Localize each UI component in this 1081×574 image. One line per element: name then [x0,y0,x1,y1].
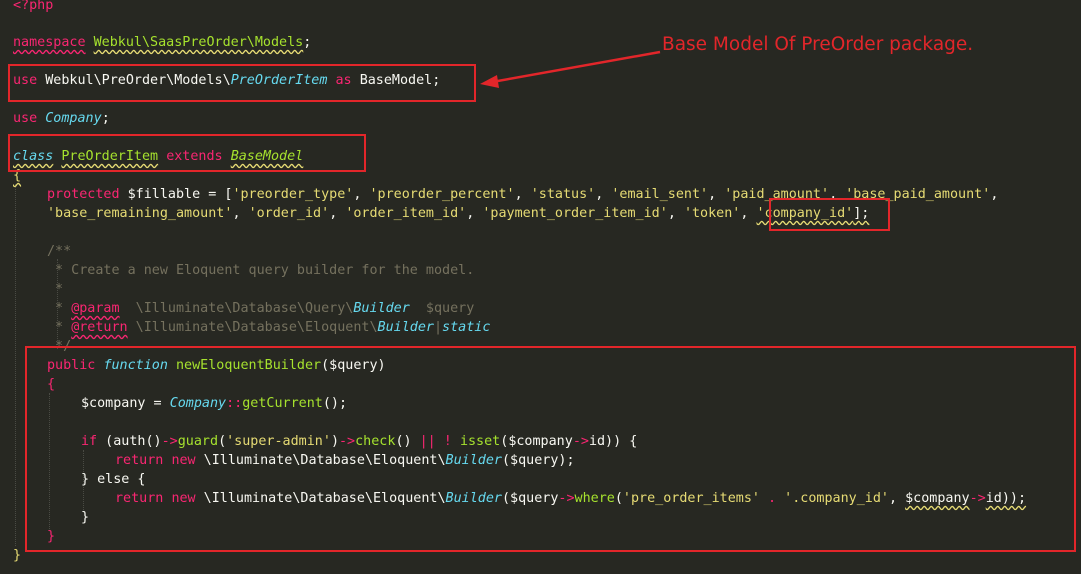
highlight-box-company-id [769,198,890,231]
comma: , [466,206,483,221]
comma: , [740,206,757,221]
fillable-item: 'token' [683,206,741,221]
doc-param-var: $query [409,301,475,316]
namespace-keyword: namespace [13,35,86,50]
doc-param-tag: @param [71,301,120,316]
fillable-item: 'status' [530,187,596,202]
doc-star: * [47,301,72,316]
fillable-item: 'order_id' [248,206,330,221]
doc-builder: Builder [377,320,434,335]
doc-return-path: \Illuminate\Database\Eloquent\ [127,320,378,335]
fillable-item: 'preorder_type' [232,187,354,202]
code-line: * Create a new Eloquent query builder fo… [47,261,474,280]
code-line: use Company; [13,109,110,128]
highlight-box-class [8,134,366,172]
annotation-label: Base Model Of PreOrder package. [662,34,974,55]
doc-description: * Create a new Eloquent query builder fo… [47,263,475,278]
code-line: namespace Webkul\SaasPreOrder\Models; [13,33,311,52]
indent-guide [15,184,16,546]
highlight-box-use [8,64,476,102]
doc-open: /** [47,244,72,259]
doc-builder: Builder [353,301,410,316]
comma: , [514,187,531,202]
fillable-item: 'payment_order_item_id' [482,206,668,221]
protected-keyword: protected [47,187,120,202]
use-keyword: use [13,111,38,126]
comma: , [708,187,725,202]
comma: , [353,187,370,202]
code-line: <?php [13,0,53,15]
fillable-item: 'order_item_id' [345,206,467,221]
code-line: * @return \Illuminate\Database\Eloquent\… [47,318,490,337]
fillable-item: 'email_sent' [611,187,709,202]
comma: , [329,206,346,221]
fillable-item: 'base_remaining_amount' [47,206,233,221]
fillable-var: $fillable [127,187,201,202]
class-close-brace: } [13,548,22,563]
doc-return-tag: @return [71,320,128,335]
code-line: } [13,546,21,565]
php-open-tag: <?php [13,0,54,13]
semicolon: ; [101,111,110,126]
highlight-box-method [25,346,1076,552]
comma: , [595,187,612,202]
code-line: 'base_remaining_amount', 'order_id', 'or… [47,204,869,223]
comma: , [232,206,249,221]
semicolon: ; [303,35,312,50]
fillable-item: 'preorder_percent' [369,187,515,202]
doc-pipe: | [433,320,443,335]
code-line: * @param \Illuminate\Database\Query\Buil… [47,299,474,318]
doc-param-path: \Illuminate\Database\Query\ [119,301,354,316]
assign-bracket: = [ [200,187,233,202]
code-line: /** [47,242,71,261]
comma: , [990,187,999,202]
doc-star: * [47,320,72,335]
doc-star: * [47,282,64,297]
comma: , [667,206,684,221]
namespace-name: Webkul\SaasPreOrder\Models [93,35,304,50]
doc-static: static [442,320,491,335]
code-line: * [47,280,63,299]
use-class: Company [45,111,102,126]
